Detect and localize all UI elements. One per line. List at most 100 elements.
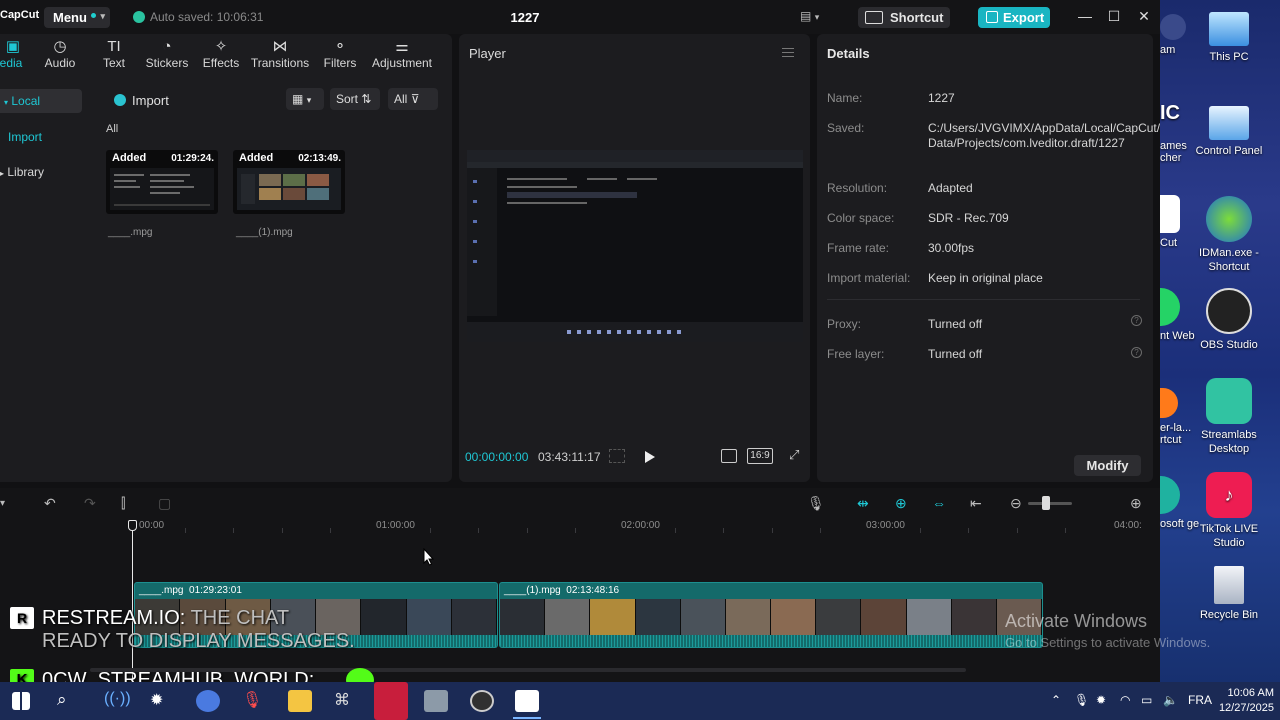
app-icon[interactable] — [374, 682, 408, 720]
title-bar: CapCut Menu ▾ Auto saved: 10:06:31 1227 … — [0, 0, 1160, 34]
linkage-icon[interactable]: ⇔ — [932, 495, 946, 511]
ruler-tick — [723, 528, 724, 533]
tab-stickers[interactable]: ◔ Stickers — [144, 38, 190, 70]
desktop-icon-control-panel[interactable]: Control Panel — [1189, 106, 1269, 158]
view-toggle-button[interactable]: ▦ ▾ — [286, 88, 324, 110]
detail-value: SDR - Rec.709 — [928, 211, 1009, 225]
import-button[interactable]: Import — [107, 88, 187, 112]
zoom-slider-handle[interactable] — [1042, 496, 1050, 510]
system-clock[interactable]: 10:06 AM 12/27/2025 — [1212, 686, 1274, 716]
tab-filters[interactable]: ⚬ Filters — [322, 38, 358, 70]
main-track-magnet-icon[interactable]: ⇹ — [857, 495, 869, 512]
wifi-icon[interactable]: ◠ — [1120, 693, 1130, 707]
menu-icon[interactable] — [782, 48, 794, 57]
media-thumbnail[interactable]: Added 01:29:24. — [106, 150, 218, 214]
sidebar-item-library[interactable]: ▸ Library — [0, 160, 44, 184]
shortcut-button[interactable]: Shortcut — [858, 7, 950, 28]
preview-axis-icon[interactable]: ⇤ — [970, 495, 982, 512]
activate-windows-subtitle: Go to Settings to activate Windows. — [1005, 635, 1211, 650]
zoom-slider[interactable] — [1028, 502, 1072, 505]
help-icon[interactable]: ? — [1131, 315, 1142, 326]
play-icon[interactable] — [645, 451, 655, 463]
sort-button[interactable]: Sort ⇅ — [330, 88, 380, 110]
redo-icon[interactable]: ↷ — [84, 495, 96, 512]
zoom-in-icon[interactable]: ⊕ — [1130, 495, 1142, 512]
tab-text[interactable]: TI Text — [100, 38, 128, 70]
tab-media[interactable]: ▣ Media — [0, 38, 30, 70]
playhead[interactable] — [132, 520, 133, 680]
active-app-indicator — [513, 717, 541, 719]
sidebar-item-local[interactable]: ▾ Local — [0, 89, 82, 113]
activate-windows-title: Activate Windows — [1005, 611, 1148, 631]
desktop-icon-idman[interactable]: IDMan.exe - Shortcut — [1189, 196, 1269, 274]
layout-button[interactable]: ▤ ▾ — [800, 9, 830, 25]
microphone-icon[interactable]: 🎙 — [807, 495, 825, 512]
gear-icon[interactable]: ✹ — [1096, 693, 1106, 707]
tab-adjustment[interactable]: ⚌ Adjustment — [370, 38, 434, 70]
modify-button[interactable]: Modify — [1074, 455, 1141, 476]
microphone-icon[interactable]: 🎙 — [242, 690, 266, 712]
desktop-icon-label: Control Panel — [1195, 145, 1263, 157]
sidebar-item-import[interactable]: Import — [8, 125, 42, 149]
detail-label: Proxy: — [827, 317, 862, 331]
search-icon[interactable]: ⌕ — [57, 690, 81, 712]
media-thumbnail[interactable]: Added 02:13:49. — [233, 150, 345, 214]
volume-icon[interactable]: 🔈 — [1163, 693, 1178, 707]
close-icon[interactable]: ✕ — [1134, 8, 1154, 25]
app-icon[interactable] — [196, 690, 220, 712]
mouse-cursor-icon — [423, 548, 435, 566]
battery-icon[interactable]: ▭ — [1141, 693, 1152, 707]
media-icon: ▣ — [5, 38, 21, 55]
aspect-ratio-button[interactable]: 16:9 — [747, 448, 773, 464]
desktop-icon-tiktok[interactable]: ♪ TikTok LIVE Studio — [1189, 472, 1269, 550]
export-label: Export — [1003, 10, 1045, 25]
desktop-icon-obs[interactable]: OBS Studio — [1189, 288, 1269, 352]
fullscreen-icon[interactable]: ⤢ — [789, 448, 805, 463]
divider — [827, 299, 1140, 300]
gear-icon[interactable]: ✹ — [150, 690, 174, 712]
select-tool-icon[interactable]: ▾ — [0, 498, 5, 509]
timeline-clip[interactable]: ____(1).mpg 02:13:48:16 — [499, 582, 1043, 648]
capcut-icon[interactable] — [515, 690, 539, 712]
menu-label: Menu — [53, 10, 87, 25]
minimize-icon[interactable]: — — [1075, 8, 1095, 24]
file-explorer-icon[interactable] — [288, 690, 312, 712]
tab-transitions[interactable]: ⋈ Transitions — [250, 38, 310, 70]
windows-start-icon[interactable] — [12, 692, 30, 710]
chat-message: READY TO DISPLAY MESSAGES. — [42, 630, 355, 652]
undo-icon[interactable]: ↶ — [44, 495, 56, 512]
language-indicator[interactable]: FRA — [1188, 693, 1212, 707]
screenshot-icon[interactable] — [721, 449, 737, 463]
app-icon[interactable] — [424, 690, 448, 712]
gamepad-icon[interactable]: ⌘ — [334, 690, 358, 712]
sort-label: Sort — [336, 92, 359, 106]
maximize-icon[interactable]: ☐ — [1104, 8, 1124, 25]
tool-tabs: ▣ Media ◷ Audio TI Text ◔ Stickers ✧ Eff… — [0, 34, 452, 78]
auto-snap-icon[interactable]: ⊕ — [895, 495, 907, 512]
export-button[interactable]: Export — [978, 7, 1050, 28]
filter-button[interactable]: All ⊽ — [388, 88, 438, 110]
menu-button[interactable]: Menu ▾ — [44, 7, 110, 28]
zoom-out-icon[interactable]: ⊖ — [1010, 495, 1022, 512]
tab-audio[interactable]: ◷ Audio — [42, 38, 78, 70]
desktop-icon-streamlabs[interactable]: Streamlabs Desktop — [1189, 378, 1269, 456]
desktop-icon-label: er-la... rtcut — [1160, 422, 1192, 446]
help-icon[interactable]: ? — [1131, 347, 1142, 358]
chevron-up-icon[interactable]: ⌃ — [1051, 693, 1061, 707]
ruler-tick — [185, 528, 186, 533]
tab-effects[interactable]: ✧ Effects — [200, 38, 242, 70]
detail-label: Resolution: — [827, 181, 888, 195]
desktop-icon-label: IDMan.exe - Shortcut — [1199, 247, 1259, 273]
waveform-icon[interactable] — [609, 449, 625, 463]
microphone-icon[interactable]: 🎙 — [1074, 693, 1089, 707]
desktop-icon-this-pc[interactable]: This PC — [1189, 12, 1269, 64]
timeline-ruler[interactable]: 00:00 01:00:00 02:00:00 03:00:00 04:00: — [0, 520, 1160, 534]
clock-date: 12/27/2025 — [1218, 702, 1274, 714]
obs-icon[interactable] — [470, 690, 494, 712]
delete-icon[interactable]: ▢ — [158, 495, 171, 512]
restream-chat-overlay: R RESTREAM.IO: THE CHAT READY TO DISPLAY … — [10, 607, 355, 653]
split-icon[interactable]: ⫿ — [121, 495, 125, 512]
desktop-icon-recycle-bin[interactable]: Recycle Bin — [1189, 566, 1269, 622]
broadcast-icon[interactable]: ((·)) — [104, 690, 131, 712]
playhead-handle[interactable] — [128, 520, 137, 531]
